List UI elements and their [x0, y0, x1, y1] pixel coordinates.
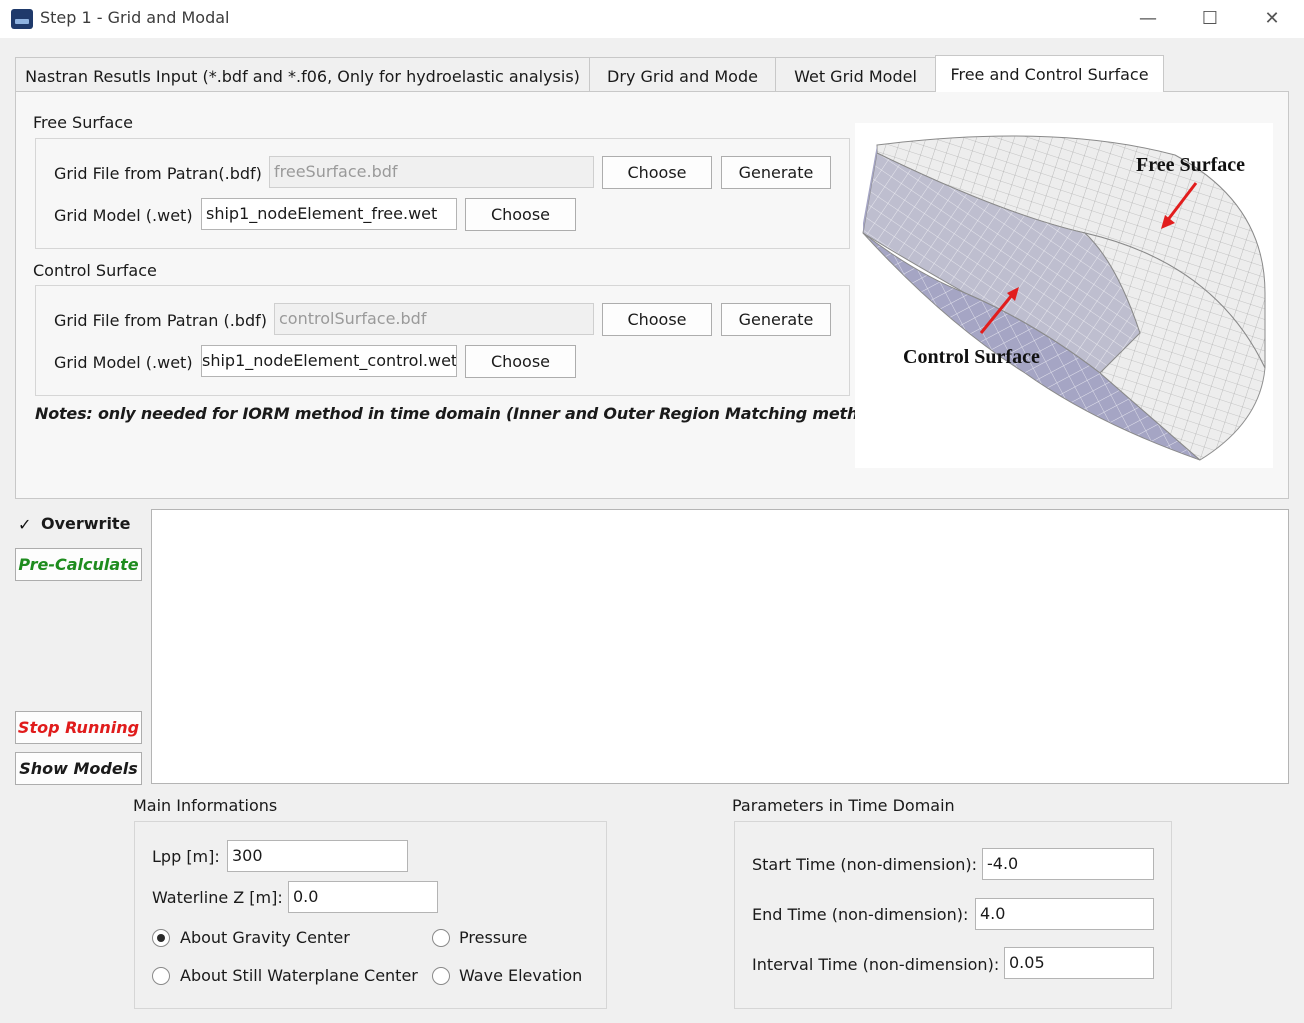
control-surface-title: Control Surface: [33, 261, 157, 280]
interval-time-label: Interval Time (non-dimension):: [752, 955, 1000, 974]
window-title: Step 1 - Grid and Modal: [40, 8, 230, 27]
wave-elevation-radio[interactable]: [432, 967, 450, 985]
free-grid-file-field[interactable]: freeSurface.bdf: [269, 156, 594, 188]
gravity-center-radio[interactable]: [152, 929, 170, 947]
start-time-label: Start Time (non-dimension):: [752, 855, 978, 874]
notes-text: Notes: only needed for IORM method in ti…: [35, 404, 888, 423]
control-grid-file-label: Grid File from Patran (.bdf): [54, 311, 267, 330]
free-surface-title: Free Surface: [33, 113, 133, 132]
lpp-field[interactable]: 300: [227, 840, 408, 872]
output-log-area[interactable]: [151, 509, 1289, 784]
pressure-radio[interactable]: [432, 929, 450, 947]
app-icon: [11, 9, 33, 29]
free-grid-file-label: Grid File from Patran(.bdf): [54, 164, 262, 183]
interval-time-field[interactable]: 0.05: [1004, 947, 1154, 979]
control-surface-group: Grid File from Patran (.bdf) controlSurf…: [35, 285, 850, 396]
mesh-diagram: Free Surface Control Surface: [862, 135, 1266, 461]
start-time-field[interactable]: -4.0: [982, 848, 1154, 880]
minimize-button[interactable]: —: [1128, 6, 1168, 32]
tab-nastran-results[interactable]: Nastran Resutls Input (*.bdf and *.f06, …: [15, 57, 590, 92]
maximize-button[interactable]: ☐: [1190, 6, 1230, 32]
tab-free-control-surface[interactable]: Free and Control Surface: [935, 55, 1164, 92]
free-surface-group: Grid File from Patran(.bdf) freeSurface.…: [35, 138, 850, 249]
wave-elevation-label: Wave Elevation: [459, 966, 583, 985]
control-grid-file-choose-button[interactable]: Choose: [602, 303, 712, 336]
free-grid-model-field[interactable]: ship1_nodeElement_free.wet: [201, 198, 457, 230]
stop-running-button[interactable]: Stop Running: [15, 711, 142, 744]
main-info-group: Lpp [m]: 300 Waterline Z [m]: 0.0 About …: [134, 821, 607, 1009]
gravity-center-label: About Gravity Center: [180, 928, 350, 947]
control-grid-model-field[interactable]: ship1_nodeElement_control.wet: [201, 345, 457, 377]
free-surface-label: Free Surface: [1136, 154, 1245, 176]
waterline-field[interactable]: 0.0: [288, 881, 438, 913]
pre-calculate-button[interactable]: Pre-Calculate: [15, 548, 142, 581]
lpp-label: Lpp [m]:: [152, 847, 220, 866]
time-domain-title: Parameters in Time Domain: [732, 796, 955, 815]
time-domain-group: Start Time (non-dimension): -4.0 End Tim…: [734, 821, 1172, 1009]
main-info-title: Main Informations: [133, 796, 278, 815]
close-button[interactable]: ✕: [1252, 6, 1292, 32]
pressure-label: Pressure: [459, 928, 528, 947]
free-grid-model-choose-button[interactable]: Choose: [465, 198, 576, 231]
free-generate-button[interactable]: Generate: [721, 156, 831, 189]
waterplane-center-label: About Still Waterplane Center: [180, 966, 418, 985]
overwrite-checkbox[interactable]: ✓: [18, 517, 32, 533]
title-bar: Step 1 - Grid and Modal — ☐ ✕: [0, 0, 1304, 38]
control-grid-model-choose-button[interactable]: Choose: [465, 345, 576, 378]
free-grid-model-label: Grid Model (.wet): [54, 206, 193, 225]
control-generate-button[interactable]: Generate: [721, 303, 831, 336]
end-time-label: End Time (non-dimension):: [752, 905, 969, 924]
overwrite-label: Overwrite: [41, 514, 131, 533]
show-models-button[interactable]: Show Models: [15, 752, 142, 785]
surface-illustration: Free Surface Control Surface: [855, 123, 1273, 468]
tab-dry-grid[interactable]: Dry Grid and Mode: [589, 57, 776, 92]
waterline-label: Waterline Z [m]:: [152, 888, 283, 907]
tab-wet-grid[interactable]: Wet Grid Model: [775, 57, 936, 92]
free-grid-file-choose-button[interactable]: Choose: [602, 156, 712, 189]
control-grid-model-label: Grid Model (.wet): [54, 353, 193, 372]
control-grid-file-field[interactable]: controlSurface.bdf: [274, 303, 594, 335]
waterplane-center-radio[interactable]: [152, 967, 170, 985]
control-surface-label: Control Surface: [903, 346, 1040, 368]
end-time-field[interactable]: 4.0: [975, 898, 1154, 930]
